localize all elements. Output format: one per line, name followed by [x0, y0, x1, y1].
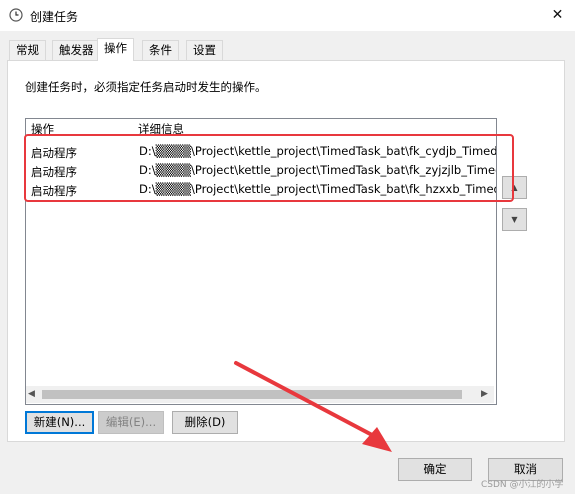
- tab-label: 操作: [104, 41, 127, 55]
- watermark: CSDN @小江的小学: [481, 480, 564, 490]
- title-bar: 创建任务 ✕: [0, 0, 575, 31]
- window-title: 创建任务: [30, 10, 79, 24]
- delete-button[interactable]: 删除(D): [172, 411, 238, 434]
- close-button[interactable]: ✕: [540, 0, 575, 31]
- tab-conditions[interactable]: 条件: [142, 40, 179, 60]
- ok-button[interactable]: 确定: [398, 458, 472, 481]
- edit-button[interactable]: 编辑(E)...: [98, 411, 164, 434]
- move-down-button[interactable]: ▼: [502, 208, 527, 231]
- close-icon: ✕: [551, 7, 564, 23]
- tab-settings[interactable]: 设置: [186, 40, 223, 60]
- tab-label: 触发器: [59, 43, 94, 57]
- triangle-down-icon: ▼: [511, 215, 518, 224]
- scroll-right-icon[interactable]: ▶: [481, 389, 488, 399]
- tab-triggers[interactable]: 触发器: [52, 40, 101, 60]
- new-button[interactable]: 新建(N)...: [25, 411, 94, 434]
- annotation-highlight-box: [24, 134, 514, 202]
- tab-label: 常规: [16, 43, 39, 57]
- horizontal-scrollbar[interactable]: ◀ ▶: [26, 386, 494, 403]
- panel-description: 创建任务时，必须指定任务启动时发生的操作。: [25, 80, 267, 94]
- clock-icon: [9, 8, 23, 22]
- scroll-left-icon[interactable]: ◀: [28, 389, 35, 399]
- scrollbar-thumb[interactable]: [42, 390, 462, 399]
- tab-actions[interactable]: 操作: [97, 38, 134, 61]
- tab-label: 条件: [149, 43, 172, 57]
- tab-general[interactable]: 常规: [9, 40, 46, 60]
- tab-label: 设置: [193, 43, 216, 57]
